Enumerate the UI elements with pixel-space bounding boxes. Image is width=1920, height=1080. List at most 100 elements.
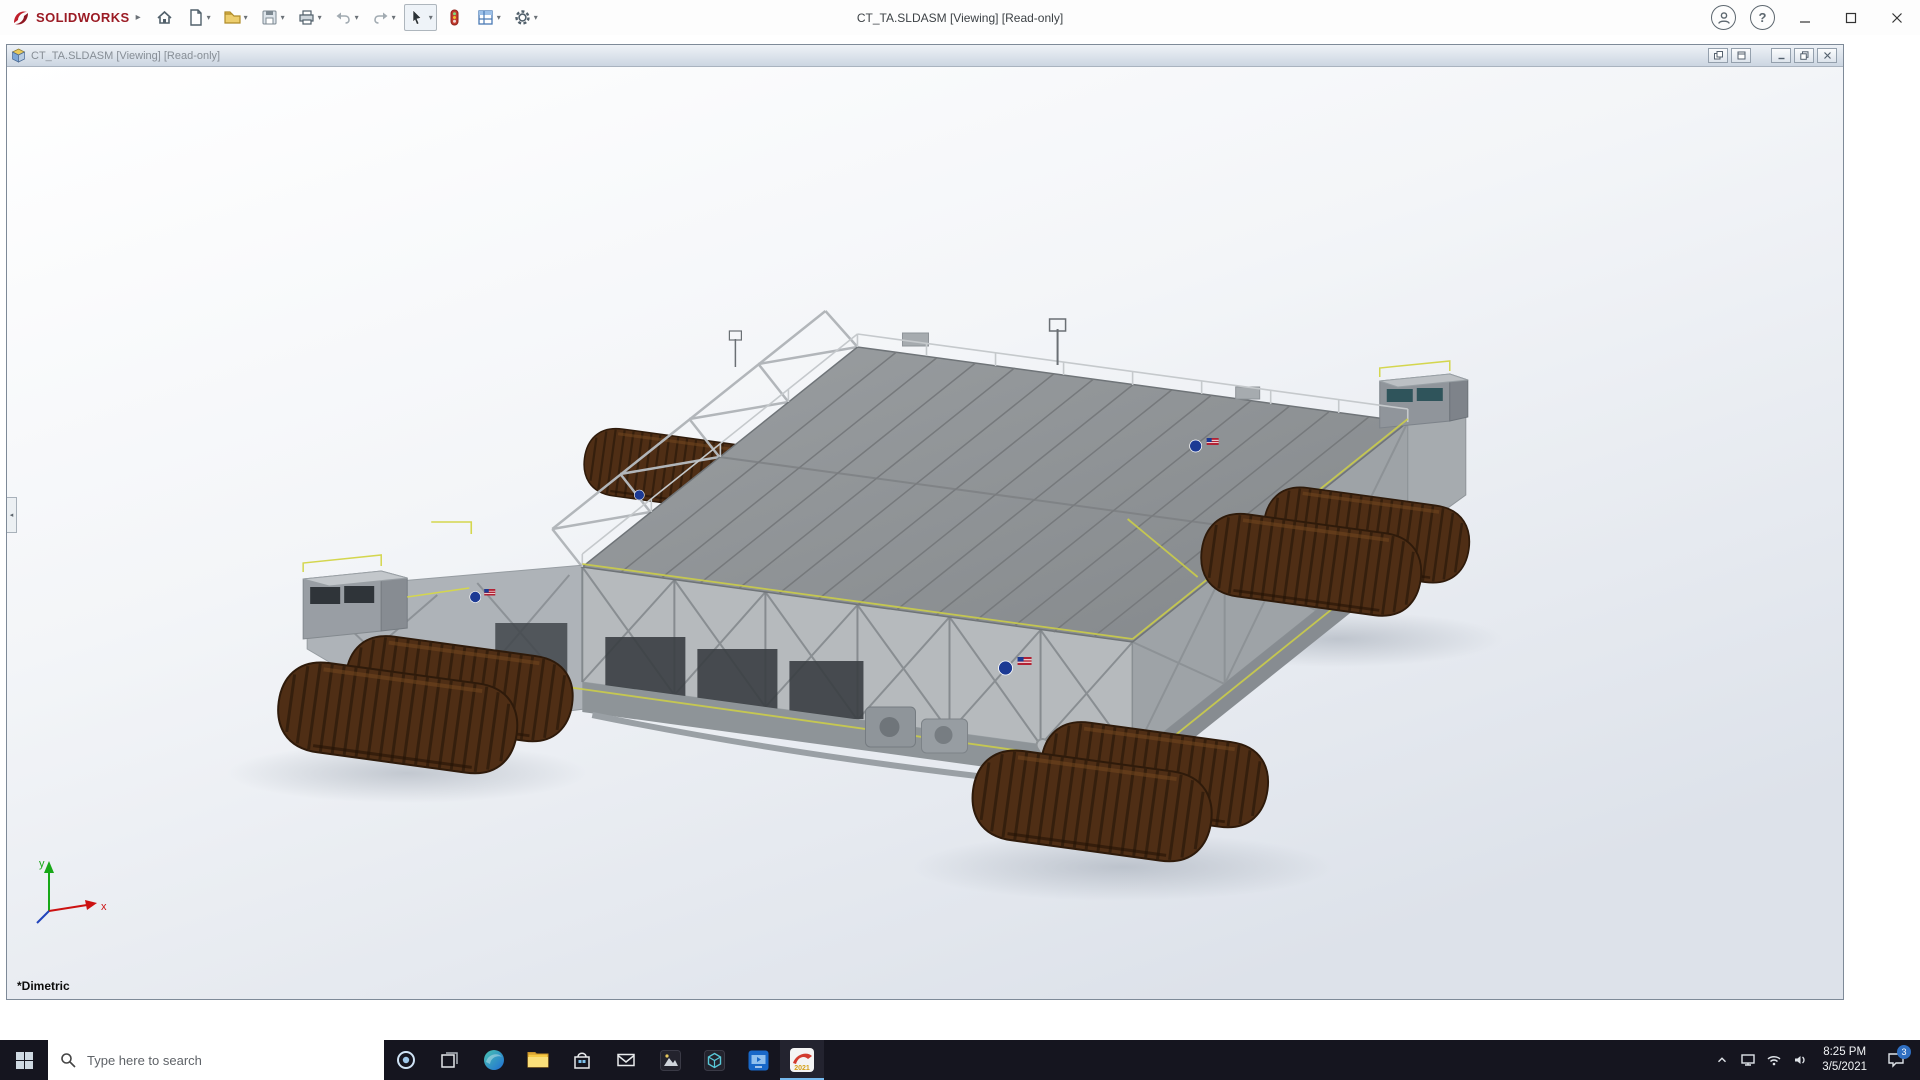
redo-icon [373,12,388,24]
menu-expand-icon[interactable]: ▸ [136,12,141,23]
new-document-icon [189,9,202,26]
task-view-button[interactable] [428,1040,472,1080]
undo-icon [336,12,350,24]
windows-logo-icon [15,1051,33,1069]
clock-date: 3/5/2021 [1822,1061,1867,1073]
wifi-icon [1767,1056,1781,1066]
solidworks-app-icon: 2021 [790,1048,814,1072]
tile-windows-icon [1713,51,1723,60]
solidworks-taskbar-button[interactable]: 2021 [780,1040,824,1080]
solidworks-logo-icon [14,11,28,24]
minimize-button[interactable] [1782,0,1828,35]
select-button[interactable]: ▾ [403,4,437,31]
print-button[interactable]: ▾ [293,4,326,31]
undo-button[interactable]: ▾ [330,4,363,31]
network-tray-icon[interactable] [1761,1040,1787,1080]
store-icon [574,1052,590,1069]
close-button[interactable] [1874,0,1920,35]
dropdown-icon[interactable]: ▾ [355,13,359,22]
document-titlebar[interactable]: CT_TA.SLDASM [Viewing] [Read-only] [7,45,1843,67]
taskbar-search[interactable] [48,1040,384,1080]
doc-minimize-button[interactable] [1771,48,1791,63]
graphics-viewport[interactable]: x y *Dimetric ◂ [7,67,1843,999]
movies-tv-button[interactable] [736,1040,780,1080]
options-button[interactable]: ▾ [509,4,542,31]
document-window: CT_TA.SLDASM [Viewing] [Read-only] x y *… [6,44,1844,1000]
file-properties-button[interactable]: ▾ [472,4,505,31]
doc-tile-button[interactable] [1708,48,1728,63]
dropdown-icon[interactable]: ▾ [429,13,433,22]
search-icon [61,1053,76,1068]
document-title: CT_TA.SLDASM [Viewing] [Read-only] [31,49,221,62]
triad-x-label: x [101,901,107,913]
action-center-button[interactable]: 3 [1876,1040,1916,1080]
system-tray: 8:25 PM 3/5/2021 3 [1709,1040,1920,1080]
monitor-icon [1741,1054,1755,1066]
redo-button[interactable]: ▾ [367,4,400,31]
rebuild-button[interactable] [441,4,468,31]
app-titlebar: SOLIDWORKS ▸ ▾ ▾ ▾ ▾ ▾ ▾ ▾ ▾ ▾ CT_TA.SLD… [0,0,1920,35]
help-button[interactable]: ? [1750,5,1775,30]
triad-y-label: y [39,858,45,870]
gear-icon [515,10,530,25]
account-button[interactable] [1711,5,1736,30]
file-explorer-button[interactable] [516,1040,560,1080]
speaker-icon [1795,1056,1805,1064]
photos-icon [659,1049,681,1071]
start-button[interactable] [0,1040,48,1080]
grate-panel [789,661,864,719]
new-document-button[interactable]: ▾ [182,4,215,31]
view-orientation-label: *Dimetric [17,979,70,993]
titlebar-left: SOLIDWORKS ▸ ▾ ▾ ▾ ▾ ▾ ▾ ▾ ▾ ▾ [0,4,544,31]
mail-button[interactable] [604,1040,648,1080]
float-window-icon [1737,51,1745,60]
home-icon [157,10,172,24]
maximize-icon [1845,12,1857,23]
dropdown-icon[interactable]: ▾ [318,13,322,22]
person-icon [1717,11,1730,24]
file-explorer-icon [527,1052,549,1068]
save-button[interactable]: ▾ [256,4,289,31]
dropdown-icon[interactable]: ▾ [497,13,501,22]
dropdown-icon[interactable]: ▾ [244,13,248,22]
file-properties-icon [478,10,493,25]
assembly-icon [11,48,26,63]
maximize-button[interactable] [1828,0,1874,35]
open-icon [224,11,241,24]
home-button[interactable] [151,4,178,31]
dropdown-icon[interactable]: ▾ [207,13,211,22]
volume-tray-icon[interactable] [1787,1040,1813,1080]
edge-button[interactable] [472,1040,516,1080]
taskbar-clock[interactable]: 8:25 PM 3/5/2021 [1813,1045,1876,1075]
task-view-icon [441,1052,458,1068]
dropdown-icon[interactable]: ▾ [281,13,285,22]
clock-time: 8:25 PM [1823,1046,1867,1059]
store-button[interactable] [560,1040,604,1080]
open-button[interactable]: ▾ [219,4,252,31]
crawler-transporter-model[interactable] [7,67,1843,999]
close-icon [1892,12,1902,23]
print-icon [299,10,314,25]
panel-collapse-tab[interactable]: ◂ [7,497,17,533]
help-icon: ? [1758,10,1767,25]
cortana-button[interactable] [384,1040,428,1080]
solidworks-icon-year: 2021 [794,1065,810,1072]
doc-float-button[interactable] [1731,48,1751,63]
3d-viewer-button[interactable] [692,1040,736,1080]
photos-button[interactable] [648,1040,692,1080]
dropdown-icon[interactable]: ▾ [534,13,538,22]
tray-expand-button[interactable] [1709,1040,1735,1080]
search-input[interactable] [85,1051,335,1069]
doc-close-button[interactable] [1817,48,1837,63]
display-tray-icon[interactable] [1735,1040,1761,1080]
doc-restore-icon [1799,51,1808,60]
solidworks-app: SOLIDWORKS ▸ ▾ ▾ ▾ ▾ ▾ ▾ ▾ ▾ ▾ CT_TA.SLD… [0,0,1920,1080]
dropdown-icon[interactable]: ▾ [392,13,396,22]
doc-restore-button[interactable] [1794,48,1814,63]
windows-taskbar: 2021 8:25 PM 3/5/2021 [0,1040,1920,1080]
orientation-triad: x y [36,858,107,924]
doc-close-icon [1823,52,1831,59]
save-icon [262,10,277,25]
deck-equipment [901,332,930,347]
document-window-controls [1708,48,1839,63]
